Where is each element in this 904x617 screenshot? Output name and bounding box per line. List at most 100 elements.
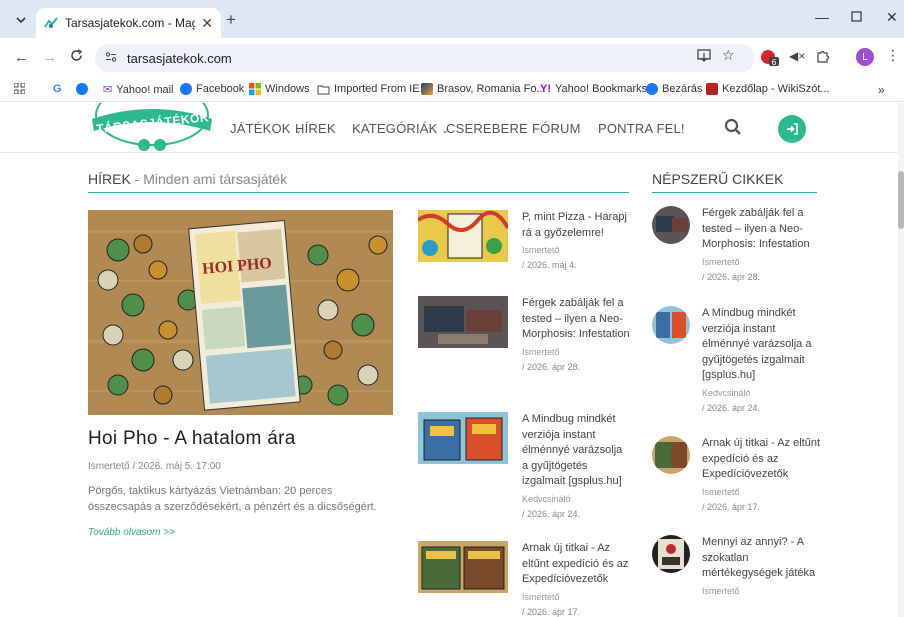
- article-category[interactable]: Ismertető: [522, 592, 630, 602]
- article-thumbnail[interactable]: [418, 412, 508, 464]
- maximize-icon: [851, 11, 862, 22]
- maximize-button[interactable]: [851, 9, 862, 25]
- featured-article-excerpt: Pörgős, taktikus kártyázás Vietnámban: 2…: [88, 485, 377, 513]
- tab-search-button[interactable]: [10, 11, 32, 29]
- article-title[interactable]: Arnak új titkai - Az eltűnt expedíció és…: [522, 541, 630, 588]
- featured-article-meta: Ismertető / 2026. máj 5. 17:00: [88, 461, 221, 472]
- article-title[interactable]: Férgek zabálják fel a tested – ilyen a N…: [702, 206, 820, 253]
- wiki-icon: [706, 83, 718, 95]
- article-thumbnail[interactable]: [418, 210, 508, 262]
- scrollbar-thumb[interactable]: [898, 171, 904, 229]
- facebook-icon[interactable]: [76, 83, 92, 95]
- site-info-icon[interactable]: [105, 51, 117, 65]
- article-category[interactable]: Ismertető: [522, 347, 630, 357]
- tab-close-icon[interactable]: ✕: [201, 15, 213, 32]
- address-bar[interactable]: tarsasjatekok.com: [95, 44, 755, 72]
- article-date: / 2026. ápr 28.: [522, 361, 581, 372]
- article-category[interactable]: Kedvcsináló: [702, 388, 820, 398]
- article-title[interactable]: A Mindbug mindkét verziója instant élmén…: [522, 412, 630, 490]
- facebook-icon: [646, 83, 658, 95]
- menu-csereb[interactable]: CSEREBERE: [446, 121, 528, 136]
- site-header: TÁRSASJÁTÉKOK JÁTÉKOK ⌄ HÍREK KATEGÓRIÁK…: [0, 103, 898, 153]
- profile-avatar[interactable]: L: [856, 48, 874, 66]
- google-icon[interactable]: G: [53, 83, 62, 95]
- windows-icon: [249, 83, 261, 95]
- extension-icon[interactable]: 6: [760, 49, 780, 72]
- bookmarks-bar: G ✉ Yahoo! mail Facebook Windows Importe…: [0, 78, 904, 102]
- news-section-heading: HÍREK - Minden ami társasjáték: [88, 171, 629, 193]
- article-category[interactable]: Kedvcsináló: [522, 494, 630, 504]
- site-logo[interactable]: TÁRSASJÁTÉKOK: [86, 103, 218, 153]
- article-title[interactable]: P, mint Pizza - Harapj rá a győzelemre!: [522, 210, 630, 241]
- url-text: tarsasjatekok.com: [127, 50, 232, 66]
- browser-menu-icon[interactable]: ⋮: [886, 47, 900, 64]
- chevron-down-icon: [16, 17, 26, 24]
- article-title[interactable]: Férgek zabálják fel a tested – ilyen a N…: [522, 296, 630, 343]
- article-date: / 2026. máj 4.: [522, 260, 577, 270]
- page-scrollbar[interactable]: [898, 103, 904, 617]
- bookmark-imported-folder[interactable]: Imported From IE: [317, 83, 420, 95]
- article-date: / 2026. ápr 24.: [702, 402, 761, 413]
- reload-button[interactable]: [70, 49, 83, 66]
- facebook-icon: [180, 83, 192, 95]
- article-thumbnail[interactable]: [652, 306, 690, 344]
- article-date: / 2026. ápr 24.: [522, 508, 581, 519]
- article-date: / 2026. ápr 28.: [702, 271, 761, 282]
- apps-icon[interactable]: [14, 83, 25, 94]
- install-app-icon[interactable]: [697, 49, 712, 66]
- article-date: / 2026. ápr 17.: [522, 606, 581, 617]
- media-control-icon[interactable]: ◀×: [789, 49, 805, 63]
- browser-tab-active[interactable]: Tarsasjatekok.com - Magyarorsz ✕: [36, 8, 221, 38]
- mail-icon: ✉: [103, 84, 113, 96]
- forward-button[interactable]: →: [42, 49, 57, 66]
- new-tab-button[interactable]: +: [226, 10, 236, 30]
- minimize-button[interactable]: —: [815, 9, 829, 25]
- article-category[interactable]: Ismertető: [522, 245, 630, 255]
- bookmark-icon: [421, 83, 433, 95]
- close-window-button[interactable]: ✕: [886, 9, 898, 26]
- tab-title: Tarsasjatekok.com - Magyarorsz: [65, 16, 196, 30]
- article-thumbnail[interactable]: [418, 296, 508, 348]
- menu-kategoriak[interactable]: KATEGÓRIÁK ⌄: [352, 121, 449, 136]
- more-bookmarks-icon[interactable]: »: [878, 83, 885, 97]
- bookmark-yahoo[interactable]: Y! Yahoo! Bookmarks: [540, 83, 647, 95]
- folder-icon: [317, 85, 330, 94]
- svg-text:6: 6: [771, 58, 776, 67]
- menu-pontra-fel[interactable]: PONTRA FEL!: [598, 121, 685, 136]
- login-icon: [787, 123, 798, 135]
- login-button[interactable]: [778, 115, 806, 143]
- article-thumbnail[interactable]: [652, 206, 690, 244]
- featured-article-title[interactable]: Hoi Pho - A hatalom ára: [88, 428, 296, 450]
- bookmark-wikiszotar[interactable]: Kezdőlap - WikiSzót...: [706, 83, 830, 95]
- article-title[interactable]: Arnak új titkai - Az eltűnt expedíció és…: [702, 436, 820, 483]
- bookmark-star-icon[interactable]: ☆: [722, 47, 735, 64]
- back-button[interactable]: ←: [14, 49, 29, 66]
- yahoo-icon: Y!: [540, 83, 551, 95]
- article-title[interactable]: A Mindbug mindkét verziója instant élmén…: [702, 306, 820, 384]
- search-icon[interactable]: [724, 118, 742, 141]
- article-date: / 2026. ápr 17.: [702, 501, 761, 512]
- bookmark-bezaras[interactable]: Bezárás: [646, 83, 702, 95]
- article-category[interactable]: Ismertető: [702, 487, 820, 497]
- article-thumbnail[interactable]: [652, 535, 690, 573]
- article-thumbnail[interactable]: [418, 541, 508, 593]
- menu-forum[interactable]: FÓRUM: [532, 121, 581, 136]
- bookmark-facebook[interactable]: Facebook: [180, 83, 244, 95]
- tab-strip: Tarsasjatekok.com - Magyarorsz ✕ + — ✕: [0, 0, 904, 38]
- bookmark-yahoo-mail[interactable]: ✉ Yahoo! mail: [103, 83, 174, 97]
- menu-hirek[interactable]: HÍREK: [295, 121, 336, 136]
- extensions-puzzle-icon[interactable]: [816, 49, 830, 68]
- article-thumbnail[interactable]: [652, 436, 690, 474]
- menu-jatekok[interactable]: JÁTÉKOK ⌄: [230, 121, 302, 136]
- article-title[interactable]: Mennyi az annyi? - A szokatlan mértékegy…: [702, 535, 820, 582]
- article-category[interactable]: Ismertető: [702, 586, 820, 596]
- popular-section-heading: NÉPSZERŰ CIKKEK: [652, 171, 817, 193]
- featured-article-image[interactable]: HOI PHO: [88, 210, 393, 415]
- bookmark-windows[interactable]: Windows: [249, 83, 310, 95]
- article-category[interactable]: Ismertető: [702, 257, 820, 267]
- read-more-link[interactable]: Tovább olvasom >>: [88, 527, 175, 538]
- site-favicon-icon: [44, 17, 58, 29]
- reload-icon: [71, 49, 83, 61]
- bookmark-brasov[interactable]: Brasov, Romania Fo...: [421, 83, 546, 95]
- web-page: TÁRSASJÁTÉKOK JÁTÉKOK ⌄ HÍREK KATEGÓRIÁK…: [0, 103, 898, 617]
